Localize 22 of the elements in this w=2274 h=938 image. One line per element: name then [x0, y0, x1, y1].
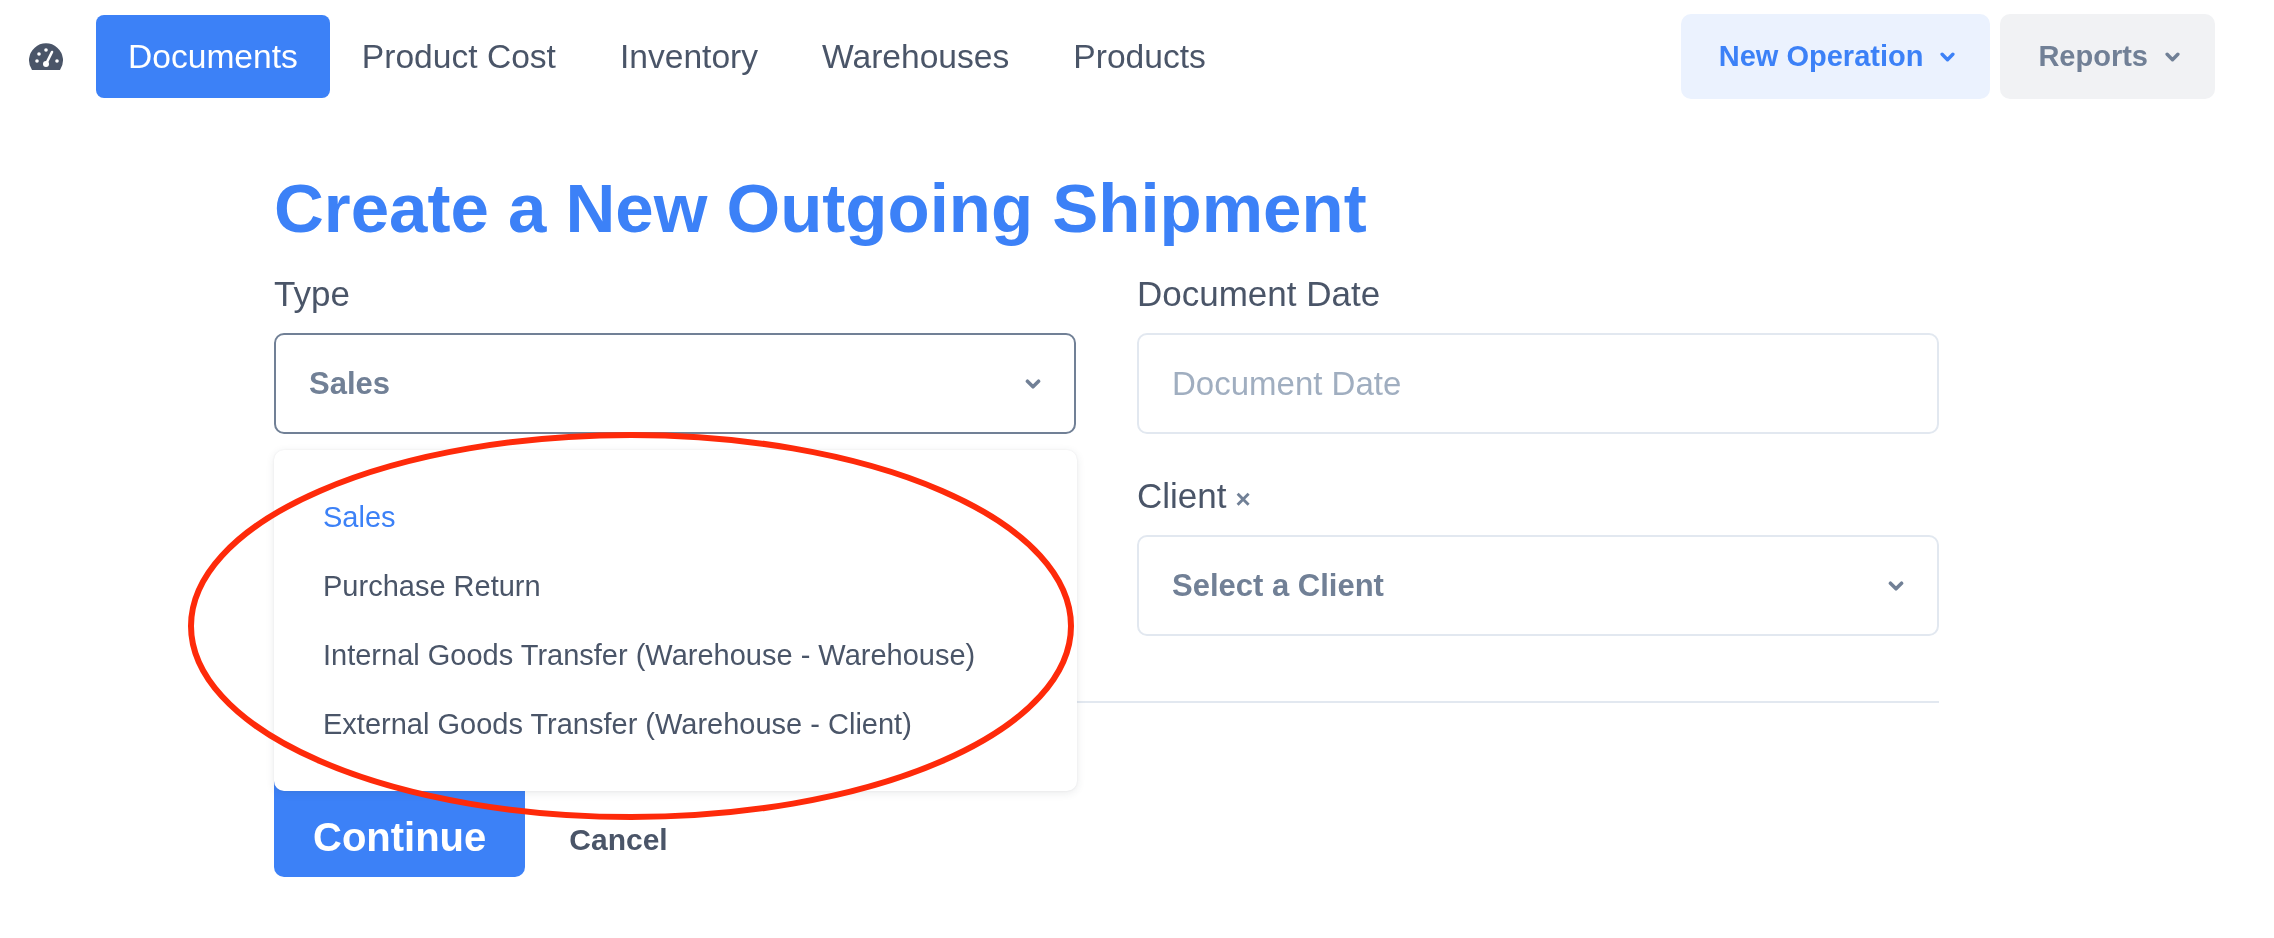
field-label: Client	[1137, 478, 1227, 513]
speedometer-icon[interactable]	[28, 42, 64, 71]
chevron-down-icon	[1025, 378, 1041, 389]
date-field[interactable]: Document Date	[1137, 333, 1939, 434]
nav-tab[interactable]: Product Cost	[329, 15, 588, 98]
nav-tab[interactable]: Documents	[96, 15, 330, 98]
menu-option[interactable]: Sales	[274, 483, 1077, 552]
select-field[interactable]: Sales	[274, 333, 1076, 434]
chevron-down-icon	[1940, 51, 1956, 62]
cancel-button[interactable]: Cancel	[569, 825, 668, 855]
field-label: Type	[274, 276, 350, 311]
chevron-down-icon	[2165, 51, 2180, 62]
menu-option[interactable]: Purchase Return	[274, 552, 1077, 621]
menu-option[interactable]: Internal Goods Transfer (Warehouse - Warehouse)	[274, 621, 1077, 690]
field-label: Document Date	[1137, 276, 1381, 311]
select-field[interactable]: Select a Client	[1137, 535, 1939, 636]
nav-tab[interactable]: Warehouses	[790, 15, 1042, 98]
cross-icon[interactable]: ×	[1235, 486, 1251, 512]
dropdown-button[interactable]: Reports	[2000, 14, 2215, 99]
nav-tab[interactable]: Inventory	[587, 15, 791, 98]
chevron-down-icon	[1888, 580, 1904, 591]
nav-tab[interactable]: Products	[1041, 15, 1238, 98]
